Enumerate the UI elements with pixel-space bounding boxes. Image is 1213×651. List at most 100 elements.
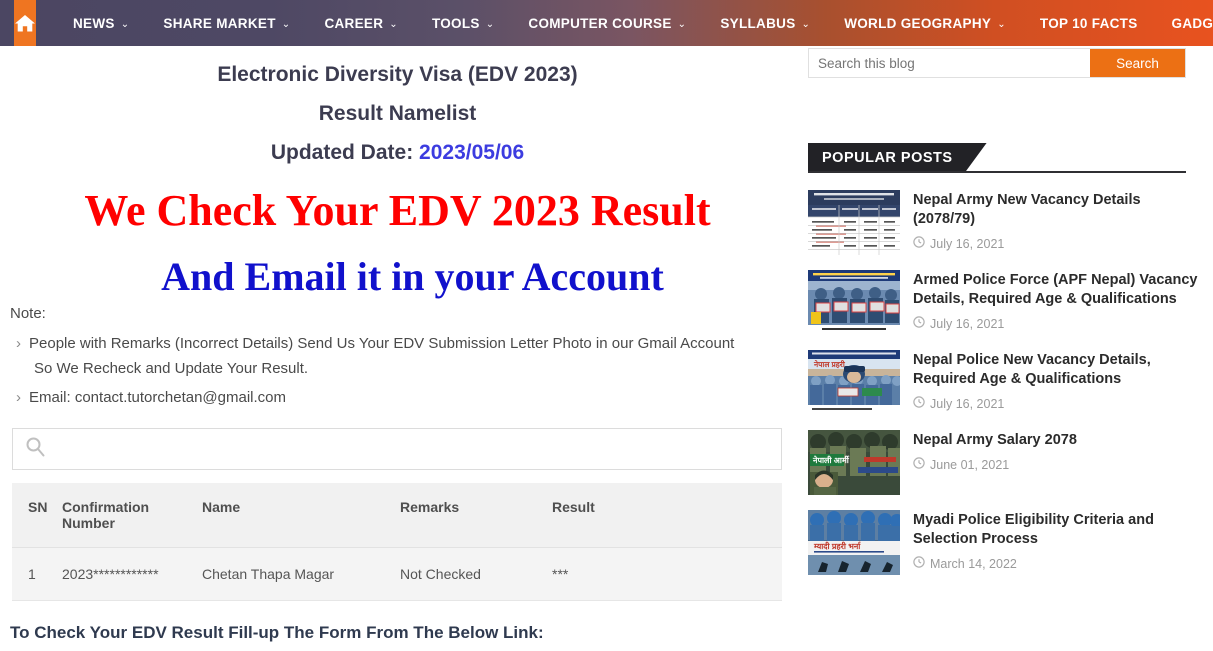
table-row: 1 2023************ Chetan Thapa Magar No… [12, 547, 782, 601]
post-date: June 01, 2021 [913, 457, 1198, 472]
chevron-down-icon: ⌄ [485, 18, 495, 30]
list-item[interactable]: नेपाली आर्मी Nepal Army Salary 2078 June… [808, 430, 1198, 495]
post-date: July 16, 2021 [913, 396, 1198, 411]
table-search-box[interactable] [12, 428, 782, 470]
post-meta: Nepal Police New Vacancy Details, Requir… [913, 350, 1198, 411]
nav-item-syllabus[interactable]: SYLLABUS ⌄ [703, 0, 827, 46]
post-date-text: July 16, 2021 [930, 396, 1005, 411]
chevron-down-icon: ⌄ [389, 18, 398, 30]
chevron-down-icon: ⌄ [120, 18, 130, 30]
post-thumbnail: नेपाल प्रहरी [808, 350, 900, 415]
note-list: › People with Remarks (Incorrect Details)… [0, 331, 795, 410]
nav-item-label: SHARE MARKET [163, 15, 276, 31]
home-button[interactable] [14, 0, 36, 46]
list-item[interactable]: Armed Police Force (APF Nepal) Vacancy D… [808, 270, 1198, 335]
svg-text:नेपाल प्रहरी: नेपाल प्रहरी [813, 360, 846, 369]
nav-item-tools[interactable]: TOOLS ⌄ [415, 0, 511, 46]
post-title[interactable]: Nepal Police New Vacancy Details, Requir… [913, 351, 1198, 389]
chevron-right-icon: › [16, 335, 21, 352]
result-table-body: 1 2023************ Chetan Thapa Magar No… [12, 547, 782, 601]
blog-search-input[interactable] [809, 49, 1090, 77]
column-header-sn[interactable]: SN [12, 483, 62, 548]
chevron-down-icon: ⌄ [281, 18, 291, 30]
column-header-confirmation-number[interactable]: Confirmation Number [62, 483, 202, 548]
svg-text:म्यादी प्रहरी भर्ना: म्यादी प्रहरी भर्ना [813, 541, 861, 551]
cell-name: Chetan Thapa Magar [202, 547, 400, 601]
sidebar: Search POPULAR POSTS [808, 46, 1198, 590]
column-header-name[interactable]: Name [202, 483, 400, 548]
page-title: Electronic Diversity Visa (EDV 2023) Res… [0, 46, 795, 172]
top-navbar: NEWS ⌄ SHARE MARKET ⌄ CAREER ⌄ TOOLS ⌄ C… [0, 0, 1213, 46]
main-column: Electronic Diversity Visa (EDV 2023) Res… [0, 46, 795, 643]
content-wrapper: Electronic Diversity Visa (EDV 2023) Res… [0, 46, 1213, 651]
cell-sn: 1 [12, 547, 62, 601]
chevron-down-icon: ⌄ [801, 18, 811, 30]
clock-icon [913, 457, 925, 472]
page-root: NEWS ⌄ SHARE MARKET ⌄ CAREER ⌄ TOOLS ⌄ C… [0, 0, 1213, 651]
nav-item-label: TOOLS [431, 15, 480, 31]
nav-item-share-market[interactable]: SHARE MARKET ⌄ [146, 0, 307, 46]
nav-item-label: NEWS [73, 15, 115, 31]
nav-item-label: WORLD GEOGRAPHY [844, 15, 992, 31]
nav-item-label: GADGETS [1171, 15, 1213, 31]
chevron-down-icon: ⌄ [997, 18, 1006, 30]
popular-posts-header: POPULAR POSTS [808, 143, 1186, 173]
svg-text:नेपाली आर्मी: नेपाली आर्मी [812, 455, 850, 465]
post-date-text: June 01, 2021 [930, 457, 1010, 472]
column-header-remarks[interactable]: Remarks [400, 483, 552, 548]
updated-date-label: Updated Date: [270, 141, 420, 164]
note-label: Note: [10, 305, 46, 322]
nav-item-label: SYLLABUS [720, 15, 796, 31]
nav-item-news[interactable]: NEWS ⌄ [56, 0, 146, 46]
list-item[interactable]: Nepal Army New Vacancy Details (2078/79)… [808, 190, 1198, 255]
nav-item-list: NEWS ⌄ SHARE MARKET ⌄ CAREER ⌄ TOOLS ⌄ C… [56, 0, 1213, 46]
post-title[interactable]: Myadi Police Eligibility Criteria and Se… [913, 511, 1198, 549]
popular-posts-heading: POPULAR POSTS [808, 143, 987, 173]
updated-date-value: 2023/05/06 [419, 141, 525, 164]
nav-item-world-geography[interactable]: WORLD GEOGRAPHY ⌄ [827, 0, 1023, 46]
clock-icon [913, 236, 925, 251]
post-date-text: July 16, 2021 [930, 236, 1005, 251]
list-item[interactable]: म्यादी प्रहरी भर्ना Myadi Police Eligibi… [808, 510, 1198, 575]
clock-icon [913, 316, 925, 331]
post-date-text: March 14, 2022 [930, 556, 1017, 571]
page-title-line-1: Electronic Diversity Visa (EDV 2023) [217, 63, 578, 86]
note-item: › People with Remarks (Incorrect Details)… [16, 331, 754, 381]
post-title[interactable]: Nepal Army New Vacancy Details (2078/79) [913, 191, 1198, 229]
nav-item-gadgets[interactable]: GADGETS ⌄ [1155, 0, 1213, 46]
post-meta: Armed Police Force (APF Nepal) Vacancy D… [913, 270, 1198, 331]
clock-icon [913, 556, 925, 571]
post-thumbnail [808, 190, 900, 255]
search-icon [25, 436, 46, 462]
clock-icon [913, 396, 925, 411]
page-title-line-2: Result Namelist [318, 102, 477, 125]
post-date: July 16, 2021 [913, 316, 1198, 331]
nav-item-top-10-facts[interactable]: TOP 10 FACTS [1023, 0, 1155, 46]
cell-result: *** [552, 547, 782, 601]
headline-blue: And Email it in your Account [161, 254, 664, 299]
nav-item-computer-course[interactable]: COMPUTER COURSE ⌄ [511, 0, 703, 46]
home-icon [14, 13, 36, 33]
note-item-text: Email: contact.tutorchetan@gmail.com [29, 389, 286, 406]
headline-red: We Check Your EDV 2023 Result [84, 186, 711, 235]
list-item[interactable]: नेपाल प्रहरी Nepal Police New Vacancy De… [808, 350, 1198, 415]
post-thumbnail: नेपाली आर्मी [808, 430, 900, 495]
post-title[interactable]: Nepal Army Salary 2078 [913, 431, 1198, 450]
column-header-result[interactable]: Result [552, 483, 782, 548]
page-title-line-3: Updated Date: 2023/05/06 [0, 133, 795, 172]
post-date: March 14, 2022 [913, 556, 1198, 571]
blog-search-button[interactable]: Search [1090, 49, 1185, 77]
table-search-input[interactable] [56, 439, 769, 459]
bottom-instruction: To Check Your EDV Result Fill-up The For… [10, 623, 544, 642]
chevron-right-icon: › [16, 389, 21, 406]
note-item: › Email: contact.tutorchetan@gmail.com [16, 385, 754, 410]
nav-item-career[interactable]: CAREER ⌄ [307, 0, 415, 46]
cell-confirmation-number: 2023************ [62, 547, 202, 601]
result-table: SN Confirmation Number Name Remarks Resu… [12, 483, 782, 601]
result-table-head: SN Confirmation Number Name Remarks Resu… [12, 483, 782, 548]
table-header-row: SN Confirmation Number Name Remarks Resu… [12, 483, 782, 548]
post-title[interactable]: Armed Police Force (APF Nepal) Vacancy D… [913, 271, 1198, 309]
post-date: July 16, 2021 [913, 236, 1198, 251]
post-thumbnail [808, 270, 900, 335]
header-divider [808, 171, 1186, 173]
